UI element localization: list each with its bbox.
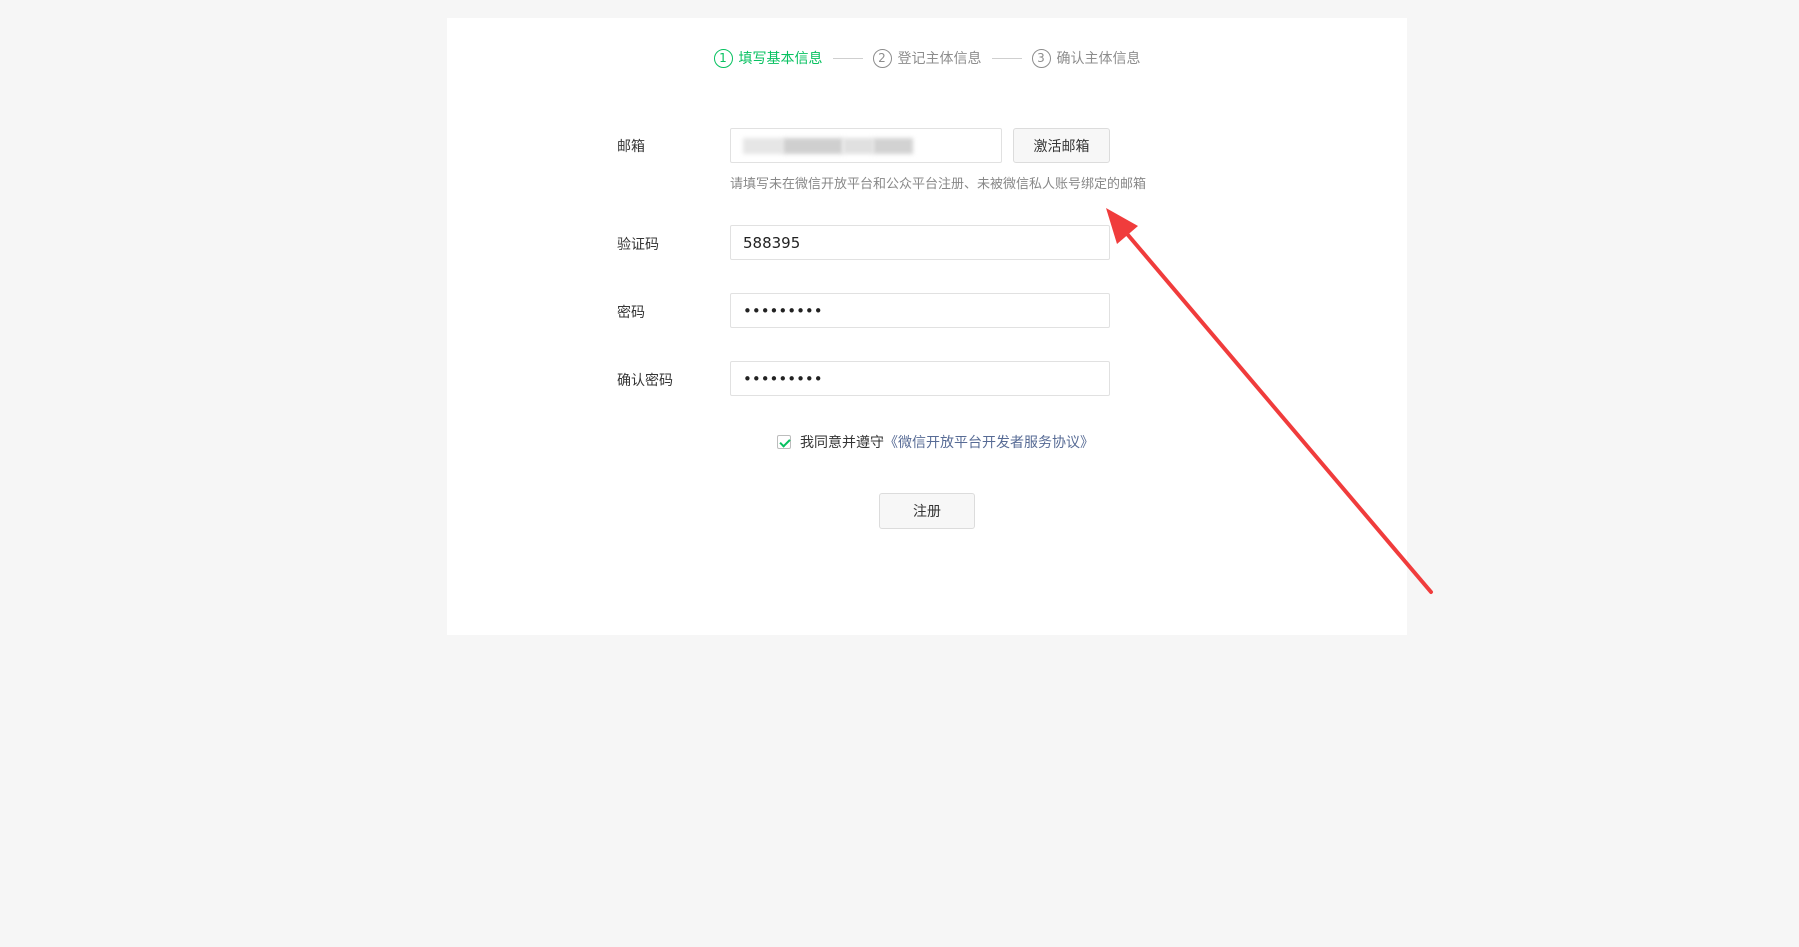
email-value-redacted <box>743 137 913 154</box>
password-label: 密码 <box>617 305 645 321</box>
confirm-password-input[interactable]: ••••••••• <box>730 361 1110 396</box>
agreement-row: 我同意并遵守 《微信开放平台开发者服务协议》 <box>777 432 1094 452</box>
agreement-link[interactable]: 《微信开放平台开发者服务协议》 <box>884 432 1094 452</box>
email-field[interactable] <box>730 128 1002 163</box>
activate-email-button[interactable]: 激活邮箱 <box>1013 128 1110 163</box>
confirm-password-label: 确认密码 <box>617 373 673 389</box>
password-input[interactable]: ••••••••• <box>730 293 1110 328</box>
agreement-text: 我同意并遵守 <box>800 435 884 451</box>
verification-code-input[interactable]: 588395 <box>730 225 1110 260</box>
email-hint: 请填写未在微信开放平台和公众平台注册、未被微信私人账号绑定的邮箱 <box>730 177 1147 192</box>
email-label: 邮箱 <box>617 139 645 155</box>
code-label: 验证码 <box>617 237 659 253</box>
register-form: 邮箱 激活邮箱 请填写未在微信开放平台和公众平台注册、未被微信私人账号绑定的邮箱… <box>447 18 1407 635</box>
register-button[interactable]: 注册 <box>879 493 975 529</box>
register-card: 1 填写基本信息 2 登记主体信息 3 确认主体信息 邮箱 激活邮箱 请填写未在… <box>447 18 1407 635</box>
agreement-checkbox[interactable] <box>777 435 791 449</box>
